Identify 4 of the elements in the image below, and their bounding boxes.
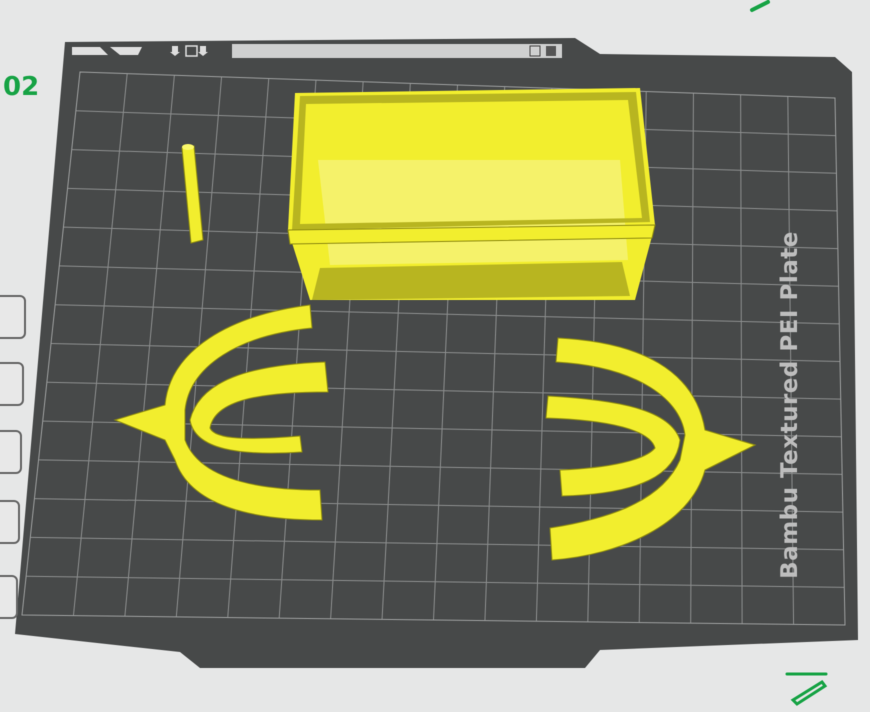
plate-label: Bambu Textured PEI Plate [777, 231, 803, 579]
tool-button[interactable] [0, 362, 24, 406]
tool-button[interactable] [0, 295, 26, 339]
plate-number: 02 [3, 74, 40, 100]
